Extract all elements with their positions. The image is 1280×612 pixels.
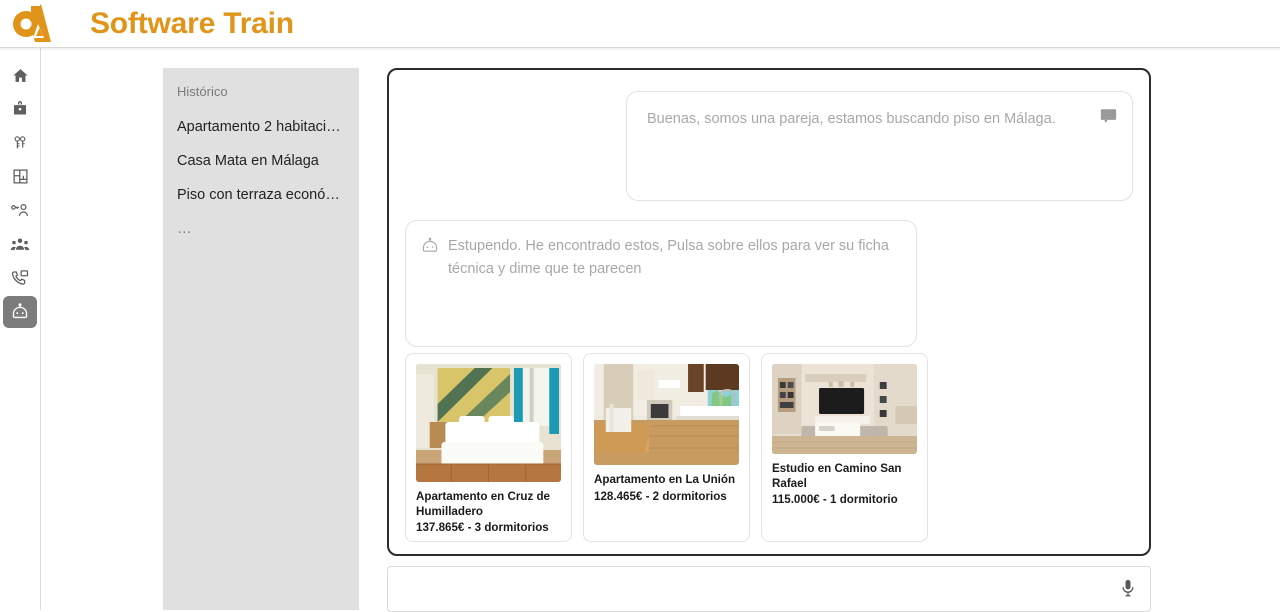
property-thumbnail-kitchen bbox=[594, 364, 739, 465]
property-card-title: Estudio en Camino San Rafael bbox=[772, 462, 902, 490]
keys-icon bbox=[12, 134, 28, 152]
chat-bubble-icon bbox=[1100, 108, 1117, 130]
property-card[interactable]: Apartamento en La Unión 128.465€ - 2 dor… bbox=[583, 353, 750, 542]
property-card[interactable]: Apartamento en Cruz de Humilladero 137.8… bbox=[405, 353, 572, 542]
history-item[interactable]: Apartamento 2 habitacion… bbox=[177, 118, 345, 136]
briefcase-icon bbox=[12, 100, 28, 117]
property-card-price: 115.000€ - 1 dormitorio bbox=[772, 493, 898, 506]
sidebar-item-clients[interactable] bbox=[3, 229, 37, 259]
microphone-button[interactable] bbox=[1116, 577, 1140, 601]
chat-message-assistant: Estupendo. He encontrado estos, Pulsa so… bbox=[405, 220, 917, 347]
sidebar-item-assistant[interactable] bbox=[3, 296, 37, 328]
property-card-price: 128.465€ - 2 dormitorios bbox=[594, 489, 727, 503]
sidebar-item-owner[interactable] bbox=[3, 195, 37, 225]
property-card[interactable]: Estudio en Camino San Rafael 115.000€ - … bbox=[761, 353, 928, 542]
robot-icon bbox=[10, 303, 30, 321]
floorplan-icon bbox=[12, 168, 29, 185]
message-composer bbox=[387, 566, 1151, 612]
property-card-title: Apartamento en Cruz de Humilladero bbox=[416, 490, 550, 518]
chat-message-user: Buenas, somos una pareja, estamos buscan… bbox=[626, 91, 1133, 201]
property-card-title: Apartamento en La Unión bbox=[594, 473, 736, 486]
people-group-icon bbox=[10, 237, 30, 252]
history-panel: Histórico Apartamento 2 habitacion… Casa… bbox=[163, 68, 359, 610]
chat-message-assistant-text: Estupendo. He encontrado estos, Pulsa so… bbox=[448, 238, 889, 277]
history-title: Histórico bbox=[177, 84, 228, 99]
sidebar-item-calls[interactable] bbox=[3, 263, 37, 293]
message-input[interactable] bbox=[388, 567, 1108, 611]
home-icon bbox=[12, 67, 29, 84]
history-item[interactable]: Casa Mata en Málaga bbox=[177, 152, 345, 170]
page-title: Software Train bbox=[90, 6, 294, 40]
sidebar-item-portfolio[interactable] bbox=[3, 93, 37, 123]
property-thumbnail-living-room bbox=[772, 364, 917, 454]
microphone-icon bbox=[1121, 579, 1135, 600]
phone-message-icon bbox=[11, 269, 29, 287]
app-header: Software Train bbox=[0, 0, 1280, 48]
sidebar-item-floorplan[interactable] bbox=[3, 161, 37, 191]
logo-6a-mark-icon[interactable] bbox=[10, 1, 56, 47]
sidebar-rail bbox=[0, 48, 41, 610]
history-item-more[interactable]: … bbox=[177, 220, 345, 238]
sidebar-item-keys[interactable] bbox=[3, 128, 37, 158]
history-item[interactable]: Piso con terraza económi… bbox=[177, 186, 345, 204]
property-card-price: 137.865€ - 3 dormitorios bbox=[416, 521, 549, 534]
property-card-list: Apartamento en Cruz de Humilladero 137.8… bbox=[405, 353, 928, 542]
user-key-icon bbox=[10, 202, 30, 218]
sidebar-item-home[interactable] bbox=[3, 60, 37, 90]
property-thumbnail-bedroom bbox=[416, 364, 561, 482]
robot-icon bbox=[420, 237, 440, 257]
chat-message-user-text: Buenas, somos una pareja, estamos buscan… bbox=[647, 111, 1056, 127]
chat-conversation-panel: Buenas, somos una pareja, estamos buscan… bbox=[387, 68, 1151, 556]
